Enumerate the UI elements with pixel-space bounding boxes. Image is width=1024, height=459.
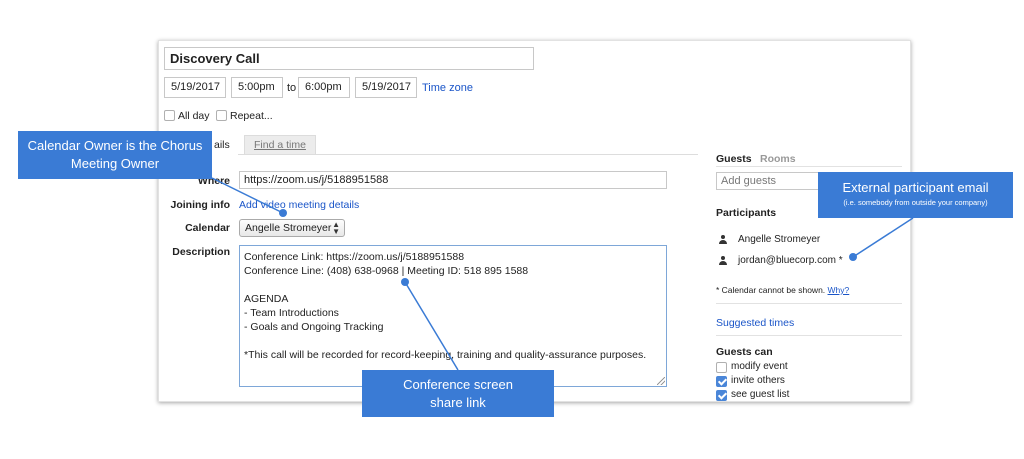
owner-callout: Calendar Owner is the Chorus Meeting Own…: [18, 131, 212, 179]
why-link[interactable]: Why?: [828, 285, 850, 295]
start-time-field[interactable]: 5:00pm: [231, 77, 283, 98]
end-date-field[interactable]: 5/19/2017: [355, 77, 417, 98]
description-line: Conference Link: https://zoom.us/j/51889…: [244, 251, 465, 263]
event-title-input[interactable]: Discovery Call: [164, 47, 534, 70]
see-guest-list-label: see guest list: [731, 389, 790, 400]
modify-event-checkbox[interactable]: [716, 362, 727, 373]
screen-share-callout: Conference screen share link: [362, 370, 554, 417]
tab-divider: [238, 154, 698, 155]
external-callout-subtitle: (i.e. somebody from outside your company…: [843, 198, 988, 207]
guests-can-heading: Guests can: [716, 346, 773, 358]
calendar-label: Calendar: [185, 222, 230, 234]
end-time-field[interactable]: 6:00pm: [298, 77, 350, 98]
tab-event-details[interactable]: ails: [214, 139, 230, 151]
person-icon: [718, 235, 728, 245]
modify-event-label: modify event: [731, 361, 788, 372]
where-input[interactable]: https://zoom.us/j/5188951588: [239, 171, 667, 189]
see-guest-list-checkbox[interactable]: [716, 390, 727, 401]
external-callout-title: External participant email: [842, 180, 989, 195]
calendar-select[interactable]: Angelle Stromeyer ▲ ▼: [239, 219, 345, 237]
add-video-meeting-link[interactable]: Add video meeting details: [239, 199, 359, 211]
callout-pointer-dot: [401, 278, 409, 286]
callout-pointer-dot: [279, 209, 287, 217]
description-label: Description: [172, 246, 230, 258]
allday-label: All day: [178, 110, 210, 122]
add-guests-input[interactable]: Add guests: [716, 172, 826, 190]
to-label: to: [287, 82, 297, 94]
suggested-times-link[interactable]: Suggested times: [716, 317, 794, 329]
description-line: *This call will be recorded for record-k…: [244, 349, 647, 361]
calendar-cannot-show-note: * Calendar cannot be shown. Why?: [716, 285, 849, 295]
description-line: - Team Introductions: [244, 307, 339, 319]
resize-handle-icon[interactable]: [657, 377, 665, 385]
description-line: [244, 334, 662, 348]
description-textarea[interactable]: Conference Link: https://zoom.us/j/51889…: [239, 245, 667, 387]
repeat-checkbox[interactable]: [216, 110, 227, 121]
calendar-select-value: Angelle Stromeyer: [245, 222, 332, 234]
cannot-show-text: * Calendar cannot be shown.: [716, 285, 826, 295]
invite-others-checkbox[interactable]: [716, 376, 727, 387]
select-arrows-icon: ▲ ▼: [332, 220, 340, 236]
guests-tab[interactable]: Guests: [716, 153, 752, 165]
joining-info-label: Joining info: [170, 199, 231, 211]
start-date-field[interactable]: 5/19/2017: [164, 77, 226, 98]
allday-checkbox[interactable]: [164, 110, 175, 121]
timezone-link[interactable]: Time zone: [422, 82, 473, 94]
description-line: Conference Line: (408) 638-0968 | Meetin…: [244, 265, 529, 277]
external-participant-callout: External participant email (i.e. somebod…: [818, 172, 1013, 218]
invite-others-label: invite others: [731, 375, 785, 386]
description-line: [244, 278, 662, 292]
description-line: AGENDA: [244, 293, 289, 305]
participant-email: jordan@bluecorp.com *: [738, 255, 843, 266]
person-icon: [718, 256, 728, 266]
description-line: - Goals and Ongoing Tracking: [244, 321, 384, 333]
rooms-tab[interactable]: Rooms: [760, 153, 796, 165]
guests-divider: [716, 166, 902, 167]
tab-find-a-time[interactable]: Find a time: [244, 135, 316, 155]
callout-pointer-dot: [849, 253, 857, 261]
participants-heading: Participants: [716, 207, 777, 219]
repeat-label: Repeat...: [230, 110, 273, 122]
note-divider: [716, 303, 902, 304]
participant-name: Angelle Stromeyer: [738, 234, 821, 245]
suggested-divider: [716, 335, 902, 336]
